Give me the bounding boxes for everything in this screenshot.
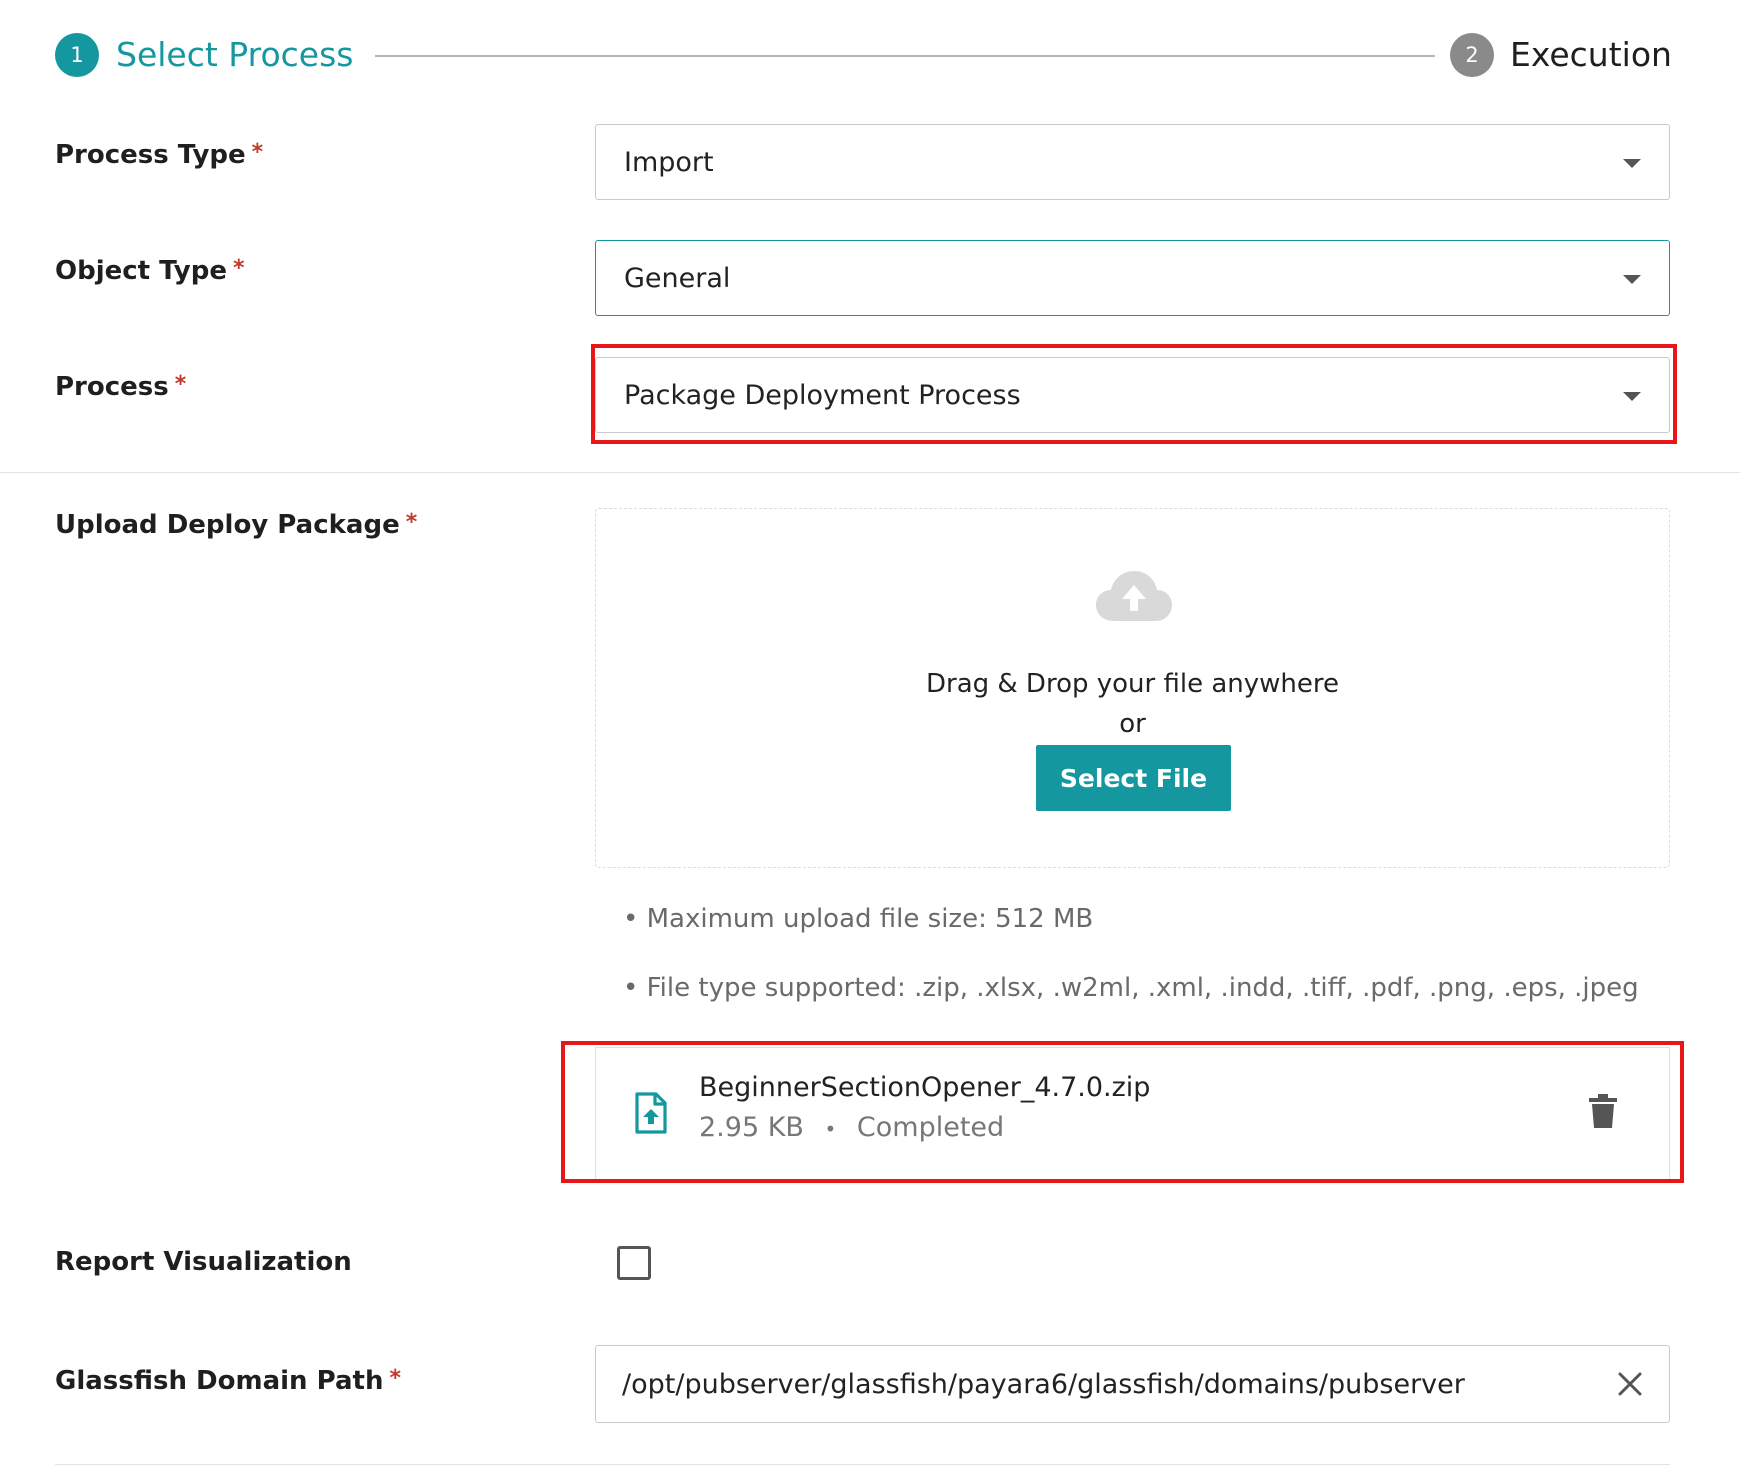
step-1-label[interactable]: Select Process [116, 33, 353, 77]
upload-label: Upload Deploy Package * [55, 510, 417, 540]
required-mark: * [389, 1366, 401, 1391]
highlight-uploaded-file [561, 1041, 1684, 1183]
process-type-label: Process Type * [55, 140, 263, 170]
upload-dropzone[interactable]: Drag & Drop your file anywhere or Select… [595, 508, 1670, 868]
cloud-upload-icon [1096, 571, 1172, 621]
process-type-select[interactable]: Import [595, 124, 1670, 200]
step-2-label[interactable]: Execution [1510, 33, 1672, 77]
process-label: Process * [55, 372, 186, 402]
process-type-value: Import [624, 147, 714, 178]
process-label-text: Process [55, 372, 169, 402]
glassfish-path-input[interactable] [622, 1346, 1582, 1422]
chevron-down-icon [1623, 275, 1641, 284]
required-mark: * [251, 140, 264, 165]
close-icon[interactable] [1617, 1371, 1643, 1397]
highlight-process [591, 344, 1677, 444]
object-type-value: General [624, 263, 731, 294]
required-mark: * [405, 510, 418, 535]
report-visualization-label: Report Visualization [55, 1247, 352, 1277]
object-type-label-text: Object Type [55, 256, 227, 286]
stepper-connector [375, 55, 1435, 57]
or-text: or [1119, 709, 1146, 739]
step-1-number: 1 [55, 33, 99, 77]
object-type-label: Object Type * [55, 256, 245, 286]
upload-label-text: Upload Deploy Package [55, 510, 400, 540]
process-type-label-text: Process Type [55, 140, 246, 170]
step-2-number: 2 [1450, 33, 1494, 77]
bottom-divider [55, 1464, 1670, 1465]
select-file-button[interactable]: Select File [1036, 745, 1231, 811]
section-divider [0, 472, 1740, 473]
required-mark: * [174, 372, 187, 397]
drag-drop-text: Drag & Drop your file anywhere [925, 669, 1339, 699]
max-size-hint: • Maximum upload file size: 512 MB [623, 904, 1094, 934]
glassfish-path-field[interactable] [595, 1345, 1670, 1423]
file-type-hint: • File type supported: .zip, .xlsx, .w2m… [623, 973, 1639, 1003]
report-visualization-checkbox[interactable] [617, 1246, 651, 1280]
chevron-down-icon [1623, 159, 1641, 168]
glassfish-path-label: Glassfish Domain Path * [55, 1366, 401, 1396]
object-type-select[interactable]: General [595, 240, 1670, 316]
glassfish-path-label-text: Glassfish Domain Path [55, 1366, 384, 1396]
required-mark: * [233, 256, 245, 281]
